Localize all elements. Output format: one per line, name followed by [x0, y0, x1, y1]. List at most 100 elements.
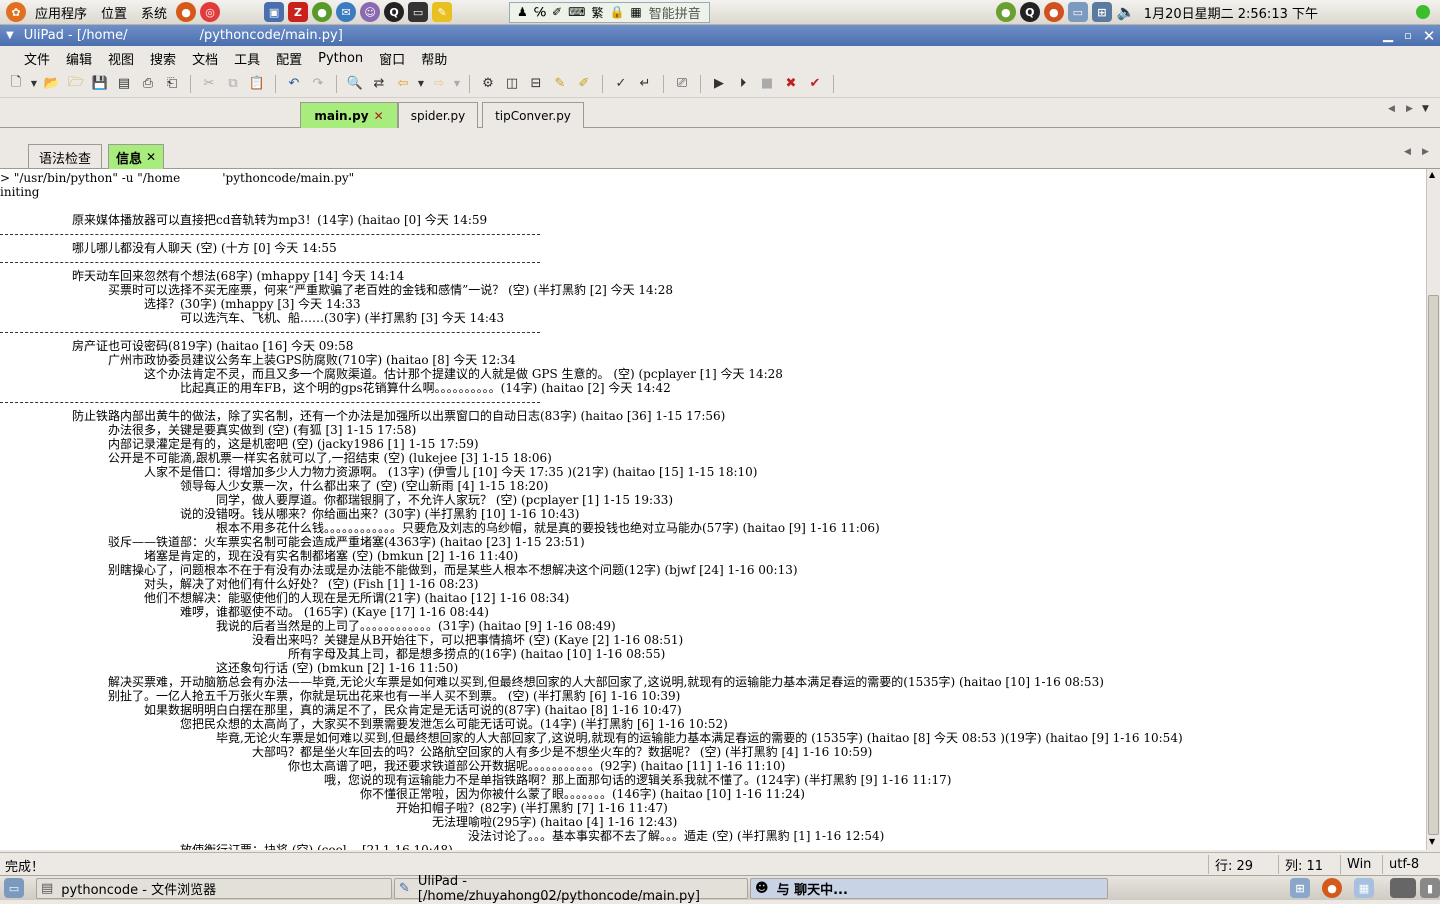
bookmark-next-icon[interactable]: ✐	[573, 73, 595, 95]
ime-punct-icon[interactable]: ℅	[531, 5, 549, 19]
open-file-icon[interactable]: 📂	[41, 73, 63, 95]
cut-icon[interactable]: ✂	[198, 73, 220, 95]
help-lifebuoy-icon[interactable]: ◎	[200, 2, 221, 22]
redo-icon[interactable]: ↷	[307, 73, 329, 95]
close-window-icon[interactable]: ✕	[1418, 27, 1440, 45]
workspace-icon[interactable]: ▦	[1354, 878, 1374, 898]
gnome-foot-icon[interactable]: ✿	[6, 2, 26, 22]
qq-launcher-icon[interactable]: Q	[384, 2, 405, 22]
undo-icon[interactable]: ↶	[283, 73, 305, 95]
workspace-2-icon[interactable]	[1390, 878, 1416, 898]
scroll-down-icon[interactable]: ▼	[1429, 837, 1435, 846]
ime-lock-icon[interactable]: 🔒	[606, 5, 627, 19]
shell-icon[interactable]: ⎚	[671, 73, 693, 95]
panel-scroll-right-icon[interactable]: ▶	[1422, 147, 1429, 157]
menu-config[interactable]: 配置	[268, 49, 310, 68]
tab-spider-py[interactable]: spider.py	[398, 102, 478, 128]
find-replace-icon[interactable]: ⇄	[368, 73, 390, 95]
open-folder-icon[interactable]: 🗁	[65, 73, 87, 95]
print-icon[interactable]: ⎙	[137, 73, 159, 95]
ime-pen-icon[interactable]: ✐	[549, 5, 565, 19]
ime-keyboard-icon[interactable]: ▦	[627, 5, 644, 19]
find-icon[interactable]: 🔍	[344, 73, 366, 95]
split-vertical-icon[interactable]: ◫	[501, 73, 523, 95]
workspace-switcher-icon[interactable]: ⊞	[1290, 878, 1310, 898]
preferences-icon[interactable]: ⚙	[477, 73, 499, 95]
filezilla-launcher-icon[interactable]: Z	[288, 2, 309, 22]
new-dropdown-icon[interactable]: ▼	[29, 73, 39, 95]
minimize-icon[interactable]: ▁	[1378, 28, 1398, 43]
firefox-launcher-icon[interactable]: ●	[176, 2, 197, 22]
ime-traditional-icon[interactable]: 繁	[588, 4, 606, 21]
network-launcher-icon[interactable]: ▣	[264, 2, 285, 22]
game-launcher-icon[interactable]: ●	[312, 2, 333, 22]
maximize-icon[interactable]: ▫	[1398, 29, 1418, 42]
close-tab-icon[interactable]: ✕	[146, 150, 156, 164]
show-desktop-icon[interactable]: ▭	[4, 878, 24, 898]
bookmark-icon[interactable]: ✎	[549, 73, 571, 95]
volume-icon[interactable]: 🔈	[1116, 2, 1136, 22]
debug-icon[interactable]: ✖	[780, 73, 802, 95]
panel-clock[interactable]: 1月20日星期二 2:56:13 下午	[1138, 3, 1324, 22]
status-indicator-icon[interactable]	[1416, 5, 1430, 19]
window-titlebar[interactable]: ▼ UliPad - [/home/ /pythoncode/main.py] …	[0, 25, 1440, 46]
menu-window[interactable]: 窗口	[371, 49, 413, 68]
save-icon[interactable]: 💾	[89, 73, 111, 95]
save-all-icon[interactable]: ▤	[113, 73, 135, 95]
pidgin-launcher-icon[interactable]: ☺	[360, 2, 381, 22]
menu-tools[interactable]: 工具	[226, 49, 268, 68]
panel-menu-places[interactable]: 位置	[94, 3, 134, 22]
firefox-task-icon[interactable]: ●	[1322, 878, 1342, 898]
thunderbird-launcher-icon[interactable]: ✉	[336, 2, 357, 22]
stop-icon[interactable]: ■	[756, 73, 778, 95]
ime-toolbar[interactable]: ♟ ℅ ✐ ⌨ 繁 🔒 ▦ 智能拼音	[509, 1, 710, 23]
tab-main-py[interactable]: main.py ✕	[300, 102, 398, 128]
ime-penguin-icon[interactable]: ♟	[514, 5, 531, 19]
forward-dropdown-icon[interactable]: ▼	[452, 73, 462, 95]
menu-view[interactable]: 视图	[100, 49, 142, 68]
editor-area[interactable]	[0, 128, 1440, 142]
run-args-icon[interactable]: ⏵	[732, 73, 754, 95]
check-icon[interactable]: ✔	[804, 73, 826, 95]
menu-python[interactable]: Python	[310, 51, 371, 66]
scroll-up-icon[interactable]: ▲	[1429, 170, 1435, 179]
tabs-list-icon[interactable]: ▼	[1422, 104, 1429, 114]
tray-network-icon[interactable]: ⊞	[1091, 2, 1112, 22]
tabs-scroll-right-icon[interactable]: ▶	[1406, 104, 1413, 114]
print-preview-icon[interactable]: ⎗	[161, 73, 183, 95]
panel-menu-system[interactable]: 系统	[134, 3, 174, 22]
menu-file[interactable]: 文件	[16, 49, 58, 68]
tab-syntax-check[interactable]: 语法检查	[28, 144, 102, 169]
scrollbar-thumb[interactable]	[1428, 295, 1439, 835]
output-scrollbar[interactable]: ▲ ▼	[1426, 169, 1440, 850]
check-syntax-icon[interactable]: ✓	[610, 73, 632, 95]
tabs-scroll-left-icon[interactable]: ◀	[1388, 104, 1395, 114]
menu-help[interactable]: 帮助	[413, 49, 455, 68]
goto-icon[interactable]: ↵	[634, 73, 656, 95]
tab-tipconver-py[interactable]: tipConver.py	[482, 102, 584, 128]
tray-chat-icon[interactable]: ●	[1043, 2, 1064, 22]
trash-icon[interactable]: ▮	[1420, 878, 1440, 898]
task-ulipad[interactable]: ✎ UliPad - [/home/zhuyahong02/pythoncode…	[394, 874, 748, 904]
editor-launcher-icon[interactable]: ✎	[432, 2, 453, 22]
menu-search[interactable]: 搜索	[142, 49, 184, 68]
window-menu-icon[interactable]: ▼	[0, 30, 20, 41]
close-tab-icon[interactable]: ✕	[374, 109, 384, 123]
run-icon[interactable]: ▶	[708, 73, 730, 95]
tray-qq-icon[interactable]: Q	[1019, 2, 1040, 22]
menu-document[interactable]: 文档	[184, 49, 226, 68]
task-chat[interactable]: ☻ 与 聊天中...	[750, 878, 1108, 899]
back-icon[interactable]: ⇦	[392, 73, 414, 95]
message-output[interactable]: > "/usr/bin/python" -u "/home 'pythoncod…	[0, 169, 1426, 850]
tray-display-icon[interactable]: ▭	[1067, 2, 1088, 22]
back-dropdown-icon[interactable]: ▼	[416, 73, 426, 95]
tray-app-icon[interactable]: ●	[995, 2, 1016, 22]
terminal-launcher-icon[interactable]: ▭	[408, 2, 429, 22]
forward-icon[interactable]: ⇨	[428, 73, 450, 95]
ime-softkbd-icon[interactable]: ⌨	[565, 5, 588, 19]
new-file-icon[interactable]: 🗋	[5, 73, 27, 95]
copy-icon[interactable]: ⧉	[222, 73, 244, 95]
panel-scroll-left-icon[interactable]: ◀	[1404, 147, 1411, 157]
paste-icon[interactable]: 📋	[246, 73, 268, 95]
tab-messages[interactable]: 信息 ✕	[108, 144, 164, 169]
